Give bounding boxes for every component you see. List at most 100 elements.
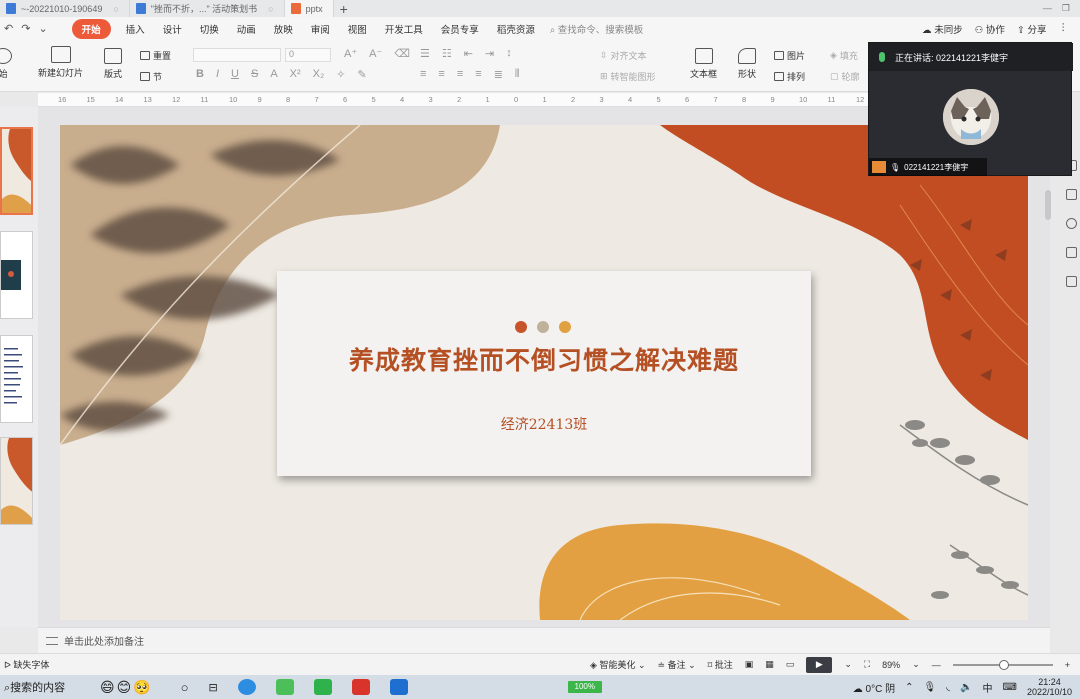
tab-design[interactable]: 设计 (154, 22, 191, 36)
notes-pane[interactable]: 单击此处添加备注 (38, 627, 1050, 653)
slide-thumbnail[interactable] (0, 127, 33, 215)
slideshow-play-button[interactable]: ▶ (806, 656, 833, 673)
subscript-icon[interactable]: X₂ (313, 68, 325, 81)
tray-expand-icon[interactable]: ⌃ (905, 682, 913, 693)
zoom-slider[interactable] (952, 659, 1053, 670)
slide-thumbnail[interactable] (0, 335, 33, 423)
bold-icon[interactable]: B (196, 68, 204, 81)
clear-format-icon[interactable]: ⌫ (394, 47, 410, 60)
fit-window-icon[interactable]: ⛶ (864, 659, 870, 670)
task-view-icon[interactable]: ○ (181, 680, 189, 695)
help-icon[interactable] (1065, 218, 1077, 229)
slide-title[interactable]: 养成教育挫而不倒习惯之解决难题 (277, 341, 811, 377)
close-icon[interactable]: ○ (113, 4, 118, 14)
play-from-start-button[interactable]: 始 (0, 48, 12, 80)
zoom-dropdown-icon[interactable]: ⌄ (912, 659, 920, 670)
align-text-button[interactable]: ⇳ 对齐文本 (600, 49, 647, 62)
minimize-icon[interactable]: — (1043, 3, 1052, 14)
dropdown-icon[interactable]: ⌄ (34, 22, 51, 35)
outline-button[interactable]: ▢ 轮廓 (830, 70, 860, 83)
close-icon[interactable]: ○ (268, 4, 273, 14)
document-tab-active[interactable]: pptx (284, 0, 334, 17)
play-dropdown-icon[interactable]: ⌄ (844, 659, 852, 670)
ime-indicator[interactable]: 中 (983, 680, 993, 695)
panel-icon[interactable] (1065, 276, 1077, 287)
network-icon[interactable]: ◟ (946, 682, 950, 693)
indent-increase-icon[interactable]: ⇥ (485, 47, 494, 60)
font-color-icon[interactable]: A (270, 68, 277, 81)
edge-browser-icon[interactable] (237, 679, 256, 695)
layout-button[interactable]: 版式 (104, 48, 122, 80)
arrange-button[interactable]: 排列 (774, 70, 805, 83)
number-list-icon[interactable]: ☷ (442, 47, 452, 60)
align-left-icon[interactable]: ≡ (420, 68, 426, 81)
font-size-field[interactable]: 0 (285, 48, 331, 62)
missing-font-button[interactable]: ᐅ 缺失字体 (0, 658, 49, 671)
columns-icon[interactable]: ⫴ (515, 68, 520, 81)
slide-subtitle[interactable]: 经济22413班 (277, 414, 811, 434)
reading-view-icon[interactable]: ▭ (786, 659, 795, 670)
undo-icon[interactable]: ↶ (0, 22, 17, 35)
strikethrough-icon[interactable]: S (251, 68, 258, 81)
slide-thumbnail[interactable] (0, 231, 33, 319)
beautify-button[interactable]: ◈ 智能美化 ⌄ (590, 658, 645, 671)
tab-developer[interactable]: 开发工具 (376, 22, 432, 36)
indent-decrease-icon[interactable]: ⇤ (464, 47, 473, 60)
taskbar-search[interactable]: ⌕搜索的内容 (0, 679, 100, 695)
new-tab-icon[interactable]: + (340, 1, 348, 17)
tab-member[interactable]: 会员专享 (432, 22, 488, 36)
document-tab[interactable]: ~-20221010-190649 ○ (0, 0, 130, 17)
line-spacing-icon[interactable]: ↕ (506, 47, 512, 60)
keyboard-icon[interactable]: ⌨ (1003, 682, 1017, 693)
tab-resources[interactable]: 稻壳资源 (488, 22, 544, 36)
scrollbar-thumb[interactable] (1045, 190, 1051, 220)
panel-icon[interactable] (1065, 189, 1077, 200)
wechat-icon[interactable] (313, 679, 332, 695)
picture-button[interactable]: 图片 (774, 49, 805, 62)
share-button[interactable]: ⇪ 分享 (1017, 22, 1047, 36)
meeting-app-icon[interactable] (389, 679, 408, 695)
notes-toggle-button[interactable]: ≐ 备注 ⌄ (658, 658, 696, 671)
fill-button[interactable]: ◈ 填充 (830, 49, 858, 62)
weather-widget[interactable]: ☁ 0°C 阴 (853, 680, 895, 695)
tab-review[interactable]: 审阅 (302, 22, 339, 36)
multitask-icon[interactable]: ⊟ (209, 681, 218, 694)
document-tab[interactable]: "挫而不折，..." 活动策划书 ○ (130, 0, 285, 17)
font-name-field[interactable] (193, 48, 281, 62)
mic-icon[interactable]: 🎙 (923, 682, 936, 693)
video-app-icon[interactable] (275, 679, 294, 695)
zoom-slider-knob[interactable] (998, 659, 1009, 670)
tab-view[interactable]: 视图 (339, 22, 376, 36)
sorter-view-icon[interactable]: ▦ (765, 659, 774, 670)
align-right-icon[interactable]: ≡ (457, 68, 463, 81)
tab-slideshow[interactable]: 放映 (265, 22, 302, 36)
text-effect-icon[interactable]: ✧ (336, 68, 345, 81)
volume-icon[interactable]: 🔈 (960, 682, 972, 693)
comments-button[interactable]: ⌑ 批注 (708, 658, 733, 671)
sync-button[interactable]: ☁ 未同步 (922, 22, 963, 36)
decrease-font-icon[interactable]: A⁻ (369, 47, 382, 60)
italic-icon[interactable]: I (216, 68, 219, 81)
more-icon[interactable]: ⋮ (1059, 22, 1069, 36)
battery-indicator[interactable]: 100% (567, 681, 602, 693)
bullet-list-icon[interactable]: ☰ (420, 47, 430, 60)
highlight-icon[interactable]: ✎ (357, 68, 366, 81)
wps-icon[interactable] (351, 679, 370, 695)
maximize-icon[interactable]: ❐ (1062, 3, 1070, 14)
align-center-icon[interactable]: ≡ (438, 68, 444, 81)
tab-animations[interactable]: 动画 (228, 22, 265, 36)
zoom-in-icon[interactable]: + (1065, 660, 1070, 670)
increase-font-icon[interactable]: A⁺ (344, 47, 357, 60)
meeting-video-overlay[interactable]: 正在讲话: 022141221李健宇 🎙 022141221李健宇 (868, 42, 1073, 176)
to-smartart-button[interactable]: ⊞ 转智能图形 (600, 70, 656, 83)
redo-icon[interactable]: ↷ (17, 22, 34, 35)
textbox-button[interactable]: 文本框 (690, 48, 717, 80)
slide-canvas[interactable]: 养成教育挫而不倒习惯之解决难题 经济22413班 (60, 125, 1028, 620)
vertical-scrollbar[interactable] (1044, 160, 1052, 620)
section-button[interactable]: 节 (140, 70, 162, 83)
tab-insert[interactable]: 插入 (117, 22, 154, 36)
normal-view-icon[interactable]: ▣ (745, 659, 754, 670)
collaborate-button[interactable]: ⚇ 协作 (975, 22, 1005, 36)
superscript-icon[interactable]: X² (290, 68, 301, 81)
command-search[interactable]: ⌕ 查找命令、搜索模板 (550, 22, 643, 36)
